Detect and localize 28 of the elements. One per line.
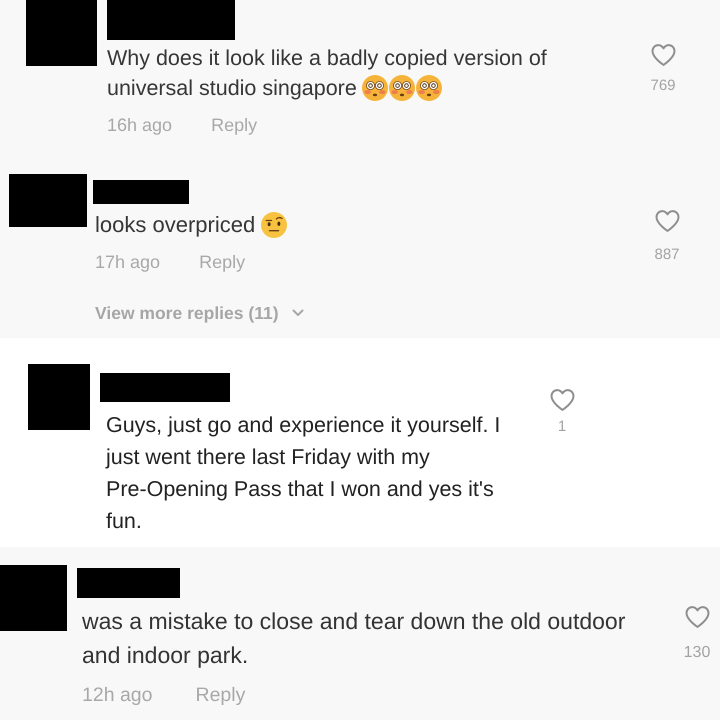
flushed-face-icon <box>416 75 442 101</box>
reply-button[interactable]: Reply <box>196 685 246 705</box>
avatar-redaction <box>28 364 90 430</box>
flushed-face-icon <box>362 75 388 101</box>
like-count: 887 <box>654 246 680 264</box>
reply-button[interactable]: Reply <box>211 115 258 135</box>
heart-icon[interactable] <box>650 44 676 66</box>
view-more-replies-button[interactable]: View more replies (11) <box>95 303 304 323</box>
raised-eyebrow-face-icon <box>261 212 288 238</box>
heart-icon[interactable] <box>550 389 574 411</box>
comment-text: looks overpriced <box>95 212 256 237</box>
heart-icon[interactable] <box>684 606 710 628</box>
heart-icon[interactable] <box>654 210 680 232</box>
comment-text: was a mistake to close and tear down the old outdoor and indoor park. <box>82 608 626 668</box>
reply-button[interactable]: Reply <box>199 252 246 272</box>
comment-text: universal studio singapore <box>107 75 357 102</box>
like-count: 769 <box>650 77 676 95</box>
comment-text: Guys, just go and experience it yourself. I just went there last Friday with my Pre-Opening Pass that I won and yes it's fun. <box>106 413 500 533</box>
like-count: 130 <box>684 644 710 662</box>
flushed-face-icon <box>388 75 415 101</box>
comment-text: Why does it look like a badly copied version of <box>107 45 547 72</box>
like-count: 1 <box>558 418 566 436</box>
avatar-redaction <box>26 0 97 66</box>
avatar-redaction <box>0 565 67 631</box>
comment-time: 16h ago <box>107 115 172 135</box>
comment-time: 12h ago <box>82 685 152 705</box>
comment-time: 17h ago <box>95 252 160 272</box>
chevron-down-icon <box>292 309 304 317</box>
